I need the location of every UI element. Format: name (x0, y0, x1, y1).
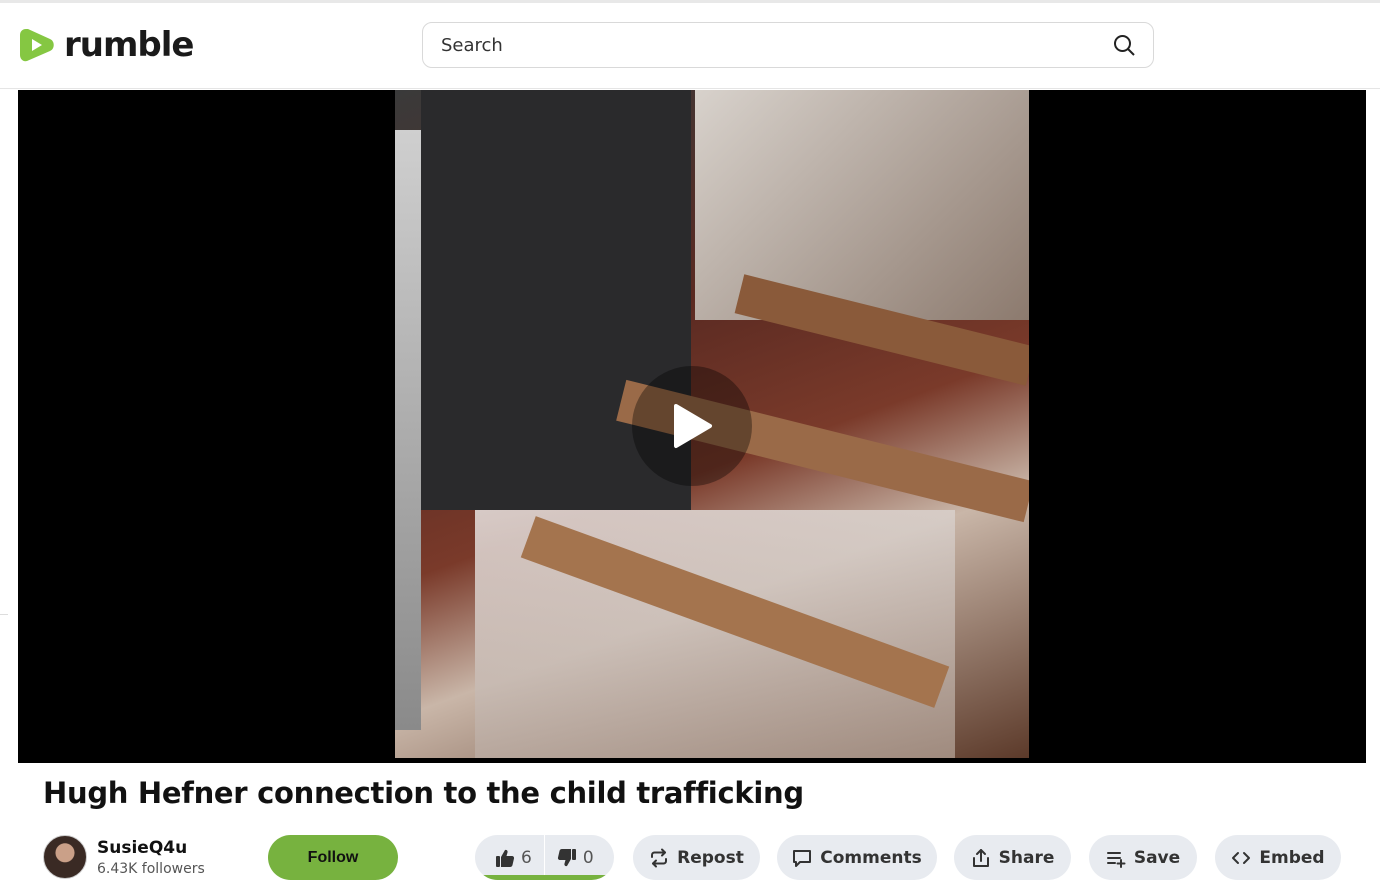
thumbs-down-icon (557, 848, 576, 866)
embed-code-icon (1232, 851, 1251, 864)
search-bar (422, 22, 1154, 68)
thumbs-up-icon (496, 849, 515, 867)
dislike-count: 0 (582, 847, 594, 868)
embed-button[interactable]: Embed (1215, 835, 1341, 880)
video-title: Hugh Hefner connection to the child traf… (43, 776, 804, 810)
repost-button[interactable]: Repost (633, 835, 760, 880)
vote-control: 6 0 (475, 835, 614, 880)
search-input[interactable] (423, 23, 1095, 67)
channel-name[interactable]: SusieQ4u (97, 838, 205, 858)
search-icon (1114, 35, 1135, 56)
search-button[interactable] (1095, 23, 1153, 67)
follow-button[interactable]: Follow (268, 835, 398, 880)
comments-label: Comments (820, 847, 922, 868)
like-button[interactable]: 6 (475, 835, 544, 880)
rumble-logo-icon (20, 29, 54, 62)
like-count: 6 (521, 847, 532, 868)
vote-ratio-fill (475, 875, 614, 880)
share-label: Share (998, 847, 1055, 868)
follower-count: 6.43K followers (97, 860, 205, 877)
logo-wordmark: rumble (64, 25, 194, 65)
avatar[interactable] (43, 835, 87, 879)
comment-icon (793, 849, 812, 867)
vote-ratio-bar (475, 875, 614, 880)
comments-button[interactable]: Comments (777, 835, 937, 880)
share-icon (972, 848, 989, 867)
save-playlist-icon (1106, 851, 1126, 868)
video-player[interactable] (18, 90, 1366, 763)
rumble-logo[interactable]: rumble (18, 24, 194, 66)
save-button[interactable]: Save (1089, 835, 1197, 880)
save-label: Save (1133, 847, 1181, 868)
channel-info[interactable]: SusieQ4u 6.43K followers (43, 835, 205, 879)
repost-label: Repost (677, 847, 744, 868)
play-button[interactable] (632, 366, 752, 486)
site-header: rumble (0, 3, 1380, 89)
repost-icon (651, 848, 668, 867)
dislike-button[interactable]: 0 (545, 835, 606, 880)
embed-label: Embed (1259, 847, 1325, 868)
divider (0, 614, 8, 615)
share-button[interactable]: Share (954, 835, 1071, 880)
play-icon (674, 404, 712, 448)
